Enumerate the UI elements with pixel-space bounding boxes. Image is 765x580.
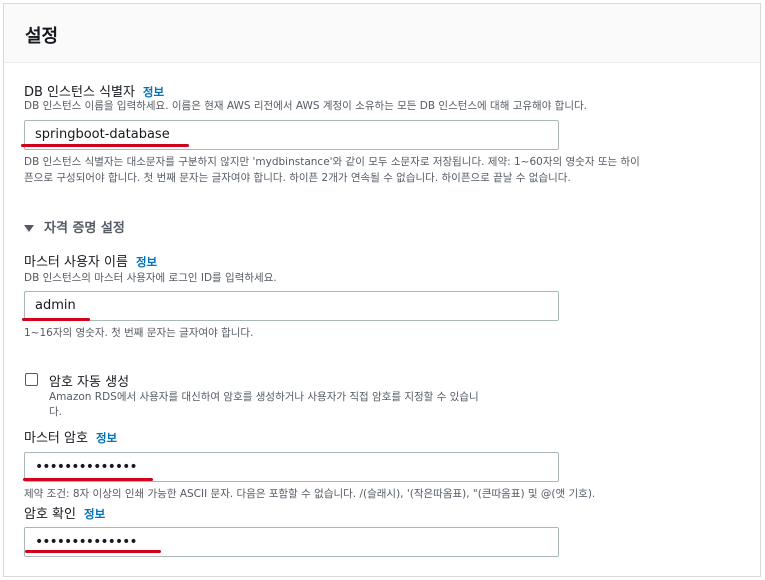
username-constraint: 1~16자의 영숫자. 첫 번째 문자는 글자여야 합니다.: [24, 327, 254, 339]
annotation-underline: [25, 550, 161, 553]
username-input[interactable]: admin: [24, 291, 559, 321]
password-label-row: 마스터 암호 정보: [24, 427, 117, 446]
annotation-underline: [22, 318, 90, 321]
panel-header: 설정: [4, 4, 760, 63]
confirm-label-row: 암호 확인 정보: [24, 503, 105, 522]
identifier-info-link[interactable]: 정보: [143, 85, 164, 99]
auto-password-checkbox[interactable]: [25, 373, 38, 386]
page-title: 설정: [25, 26, 59, 47]
auto-password-description-2: 다.: [49, 406, 62, 418]
identifier-constraint-1: DB 인스턴스 식별자는 대소문자를 구분하지 않지만 'mydbinstanc…: [24, 156, 640, 168]
password-info-link[interactable]: 정보: [96, 431, 117, 445]
auto-password-description-1: Amazon RDS에서 사용자를 대신하여 암호를 생성하거나 사용자가 직접…: [49, 391, 479, 403]
caret-down-icon: [24, 225, 34, 232]
username-label: 마스터 사용자 이름: [24, 255, 128, 270]
auto-password-label[interactable]: 암호 자동 생성: [49, 371, 129, 390]
credentials-section-toggle[interactable]: 자격 증명 설정: [24, 217, 125, 236]
username-info-link[interactable]: 정보: [136, 255, 157, 269]
identifier-description: DB 인스턴스 이름을 입력하세요. 이름은 현재 AWS 리전에서 AWS 계…: [24, 100, 588, 112]
password-constraint: 제약 조건: 8자 이상의 인쇄 가능한 ASCII 문자. 다음은 포함할 수…: [24, 488, 596, 500]
password-label: 마스터 암호: [24, 431, 88, 446]
confirm-info-link[interactable]: 정보: [84, 507, 105, 521]
credentials-section-label: 자격 증명 설정: [44, 221, 125, 236]
username-label-row: 마스터 사용자 이름 정보: [24, 251, 157, 270]
username-description: DB 인스턴스의 마스터 사용자에 로그인 ID를 입력하세요.: [24, 272, 277, 284]
annotation-underline: [23, 478, 153, 481]
confirm-label: 암호 확인: [24, 507, 76, 522]
identifier-constraint-2: 픈으로 구성되어야 합니다. 첫 번째 문자는 글자여야 합니다. 하이픈 2개…: [24, 172, 571, 184]
annotation-underline: [21, 144, 189, 147]
